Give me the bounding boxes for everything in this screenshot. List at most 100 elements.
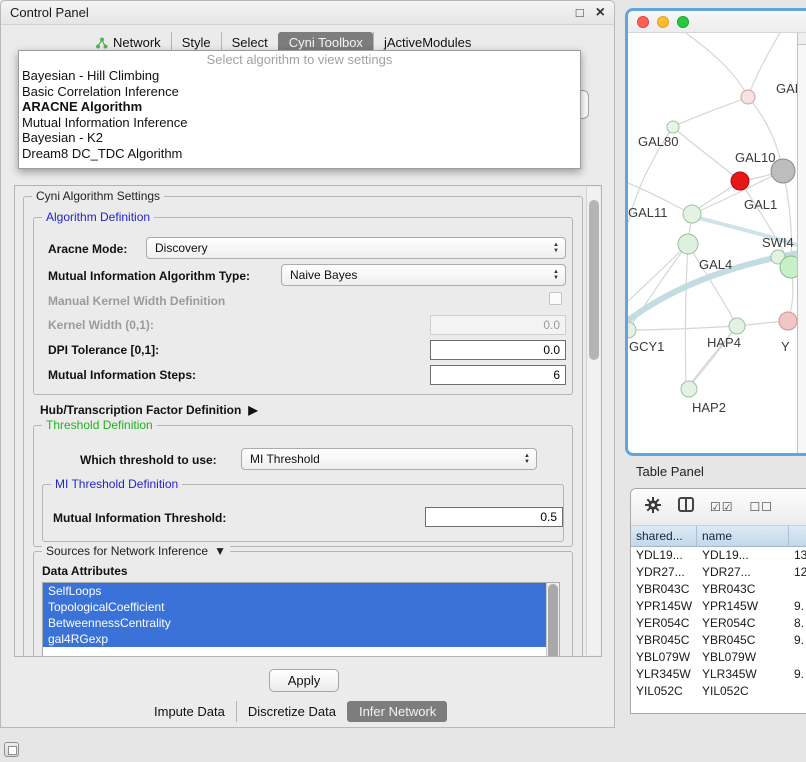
table-cell[interactable]: YPR145W [697, 598, 789, 615]
list-scrollbar[interactable] [546, 583, 559, 657]
group-title[interactable]: Sources for Network Inference ▼ [42, 544, 230, 558]
table-cell[interactable]: YDR27... [631, 564, 697, 581]
table-cell[interactable]: YBR043C [631, 581, 697, 598]
kernel-width-input[interactable] [430, 315, 566, 335]
group-title: Algorithm Definition [42, 210, 154, 224]
table-cell[interactable]: 9. [789, 598, 806, 615]
network-node[interactable] [741, 90, 755, 104]
network-node[interactable] [628, 322, 636, 338]
algorithm-option[interactable]: Bayesian - K2 [19, 130, 580, 146]
table-cell[interactable]: YBL079W [697, 649, 789, 666]
desktop: Control Panel □ × Network Style Select C… [0, 0, 806, 762]
list-item[interactable]: SelfLoops [43, 583, 546, 599]
tab-infer-network[interactable]: Infer Network [347, 701, 447, 722]
cyni-mode-tabs: Impute Data Discretize Data Infer Networ… [143, 701, 447, 722]
mi-threshold-input[interactable] [425, 507, 563, 527]
network-canvas[interactable]: GAL GAL80 GAL10 GAL11 GAL1 SWI4 GAL4 GCY… [628, 33, 806, 453]
select-all-checks-icon[interactable]: ☑☑ [710, 500, 734, 514]
network-view-window: GAL GAL80 GAL10 GAL11 GAL1 SWI4 GAL4 GCY… [625, 8, 806, 456]
table-row: YIL052CYIL052C [631, 683, 806, 700]
network-scrollbar[interactable] [797, 33, 806, 453]
table-row: YBL079WYBL079W [631, 649, 806, 666]
scrollbar-thumb[interactable] [548, 584, 558, 657]
mi-steps-input[interactable] [430, 365, 566, 385]
table-cell[interactable]: YER054C [697, 615, 789, 632]
tab-discretize-data[interactable]: Discretize Data [236, 701, 347, 722]
combo-value: Discovery [155, 241, 208, 255]
network-node[interactable] [683, 205, 701, 223]
node-label: GAL1 [744, 197, 777, 212]
table-cell[interactable]: YBR043C [697, 581, 789, 598]
threshold-definition-group: Threshold Definition Which threshold to … [33, 425, 573, 547]
algorithm-option[interactable]: Bayesian - Hill Climbing [19, 68, 580, 84]
close-icon[interactable]: × [596, 6, 605, 19]
table-cell[interactable]: YBL079W [631, 649, 697, 666]
hub-definition-toggle[interactable]: Hub/Transcription Factor Definition ▶ [40, 403, 258, 417]
network-node[interactable] [729, 318, 745, 334]
table-cell[interactable]: YBR045C [697, 632, 789, 649]
table-cell[interactable] [789, 683, 806, 700]
mi-threshold-label: Mutual Information Threshold: [53, 511, 226, 525]
aracne-mode-combo[interactable]: Discovery ▲▼ [146, 237, 566, 259]
table-cell[interactable]: YBR045C [631, 632, 697, 649]
table-cell[interactable]: 13 [789, 547, 806, 564]
table-cell[interactable] [789, 581, 806, 598]
tab-label: Style [182, 35, 211, 50]
float-window-icon[interactable]: □ [576, 5, 584, 20]
table-cell[interactable]: YLR345W [697, 666, 789, 683]
zoom-traffic-light-icon[interactable] [677, 16, 689, 28]
table-cell[interactable]: YDL19... [631, 547, 697, 564]
close-traffic-light-icon[interactable] [637, 16, 649, 28]
group-title: Threshold Definition [42, 418, 157, 432]
table-cell[interactable]: YIL052C [697, 683, 789, 700]
network-node[interactable] [667, 121, 679, 133]
mi-type-combo[interactable]: Naive Bayes ▲▼ [281, 264, 566, 286]
network-node[interactable] [681, 381, 697, 397]
mi-type-label: Mutual Information Algorithm Type: [48, 269, 250, 283]
table-cell[interactable] [789, 649, 806, 666]
table-cell[interactable]: 9. [789, 632, 806, 649]
list-item[interactable]: BetweennessCentrality [43, 615, 546, 631]
dpi-tolerance-input[interactable] [430, 340, 566, 360]
table-cell[interactable]: 9. [789, 666, 806, 683]
column-header[interactable] [789, 526, 806, 546]
network-node[interactable] [678, 234, 698, 254]
tab-impute-data[interactable]: Impute Data [143, 701, 236, 722]
algorithm-option[interactable]: Mutual Information Inference [19, 115, 580, 131]
algorithm-option[interactable]: Dream8 DC_TDC Algorithm [19, 146, 580, 162]
scrollbar-thumb[interactable] [589, 200, 599, 360]
combo-arrows-icon: ▲▼ [553, 243, 559, 254]
table-cell[interactable]: YDL19... [697, 547, 789, 564]
settings-scrollbar[interactable] [586, 187, 600, 655]
table-cell[interactable]: YPR145W [631, 598, 697, 615]
list-item[interactable]: gal4RGexp [43, 631, 546, 647]
minimize-traffic-light-icon[interactable] [657, 16, 669, 28]
table-cell[interactable]: 8. [789, 615, 806, 632]
column-header[interactable]: name [697, 526, 789, 546]
network-node-pink[interactable] [779, 312, 797, 330]
list-item[interactable]: TopologicalCoefficient [43, 599, 546, 615]
network-icon [95, 37, 108, 49]
algorithm-option-selected[interactable]: ARACNE Algorithm [19, 99, 580, 115]
gear-icon[interactable] [644, 496, 662, 519]
scrollbar-button[interactable] [798, 33, 806, 45]
deselect-all-checks-icon[interactable]: ☐☐ [750, 500, 774, 514]
table-cell[interactable]: 12 [789, 564, 806, 581]
algorithm-option[interactable]: Basic Correlation Inference [19, 84, 580, 100]
table-panel-title: Table Panel [636, 464, 704, 479]
which-threshold-combo[interactable]: MI Threshold ▲▼ [241, 448, 537, 470]
node-label: HAP4 [707, 335, 741, 350]
table-cell[interactable]: YER054C [631, 615, 697, 632]
columns-icon[interactable] [678, 497, 694, 517]
apply-button[interactable]: Apply [269, 669, 339, 692]
group-title: MI Threshold Definition [51, 477, 182, 491]
table-cell[interactable]: YIL052C [631, 683, 697, 700]
column-header[interactable]: shared... [631, 526, 697, 546]
manual-kernel-checkbox[interactable] [549, 292, 562, 305]
network-node-red[interactable] [731, 172, 749, 190]
table-cell[interactable]: YDR27... [697, 564, 789, 581]
table-cell[interactable]: YLR345W [631, 666, 697, 683]
which-threshold-label: Which threshold to use: [80, 453, 217, 467]
hub-definition-label: Hub/Transcription Factor Definition [40, 403, 241, 417]
minimized-panel-icon[interactable] [4, 742, 19, 757]
